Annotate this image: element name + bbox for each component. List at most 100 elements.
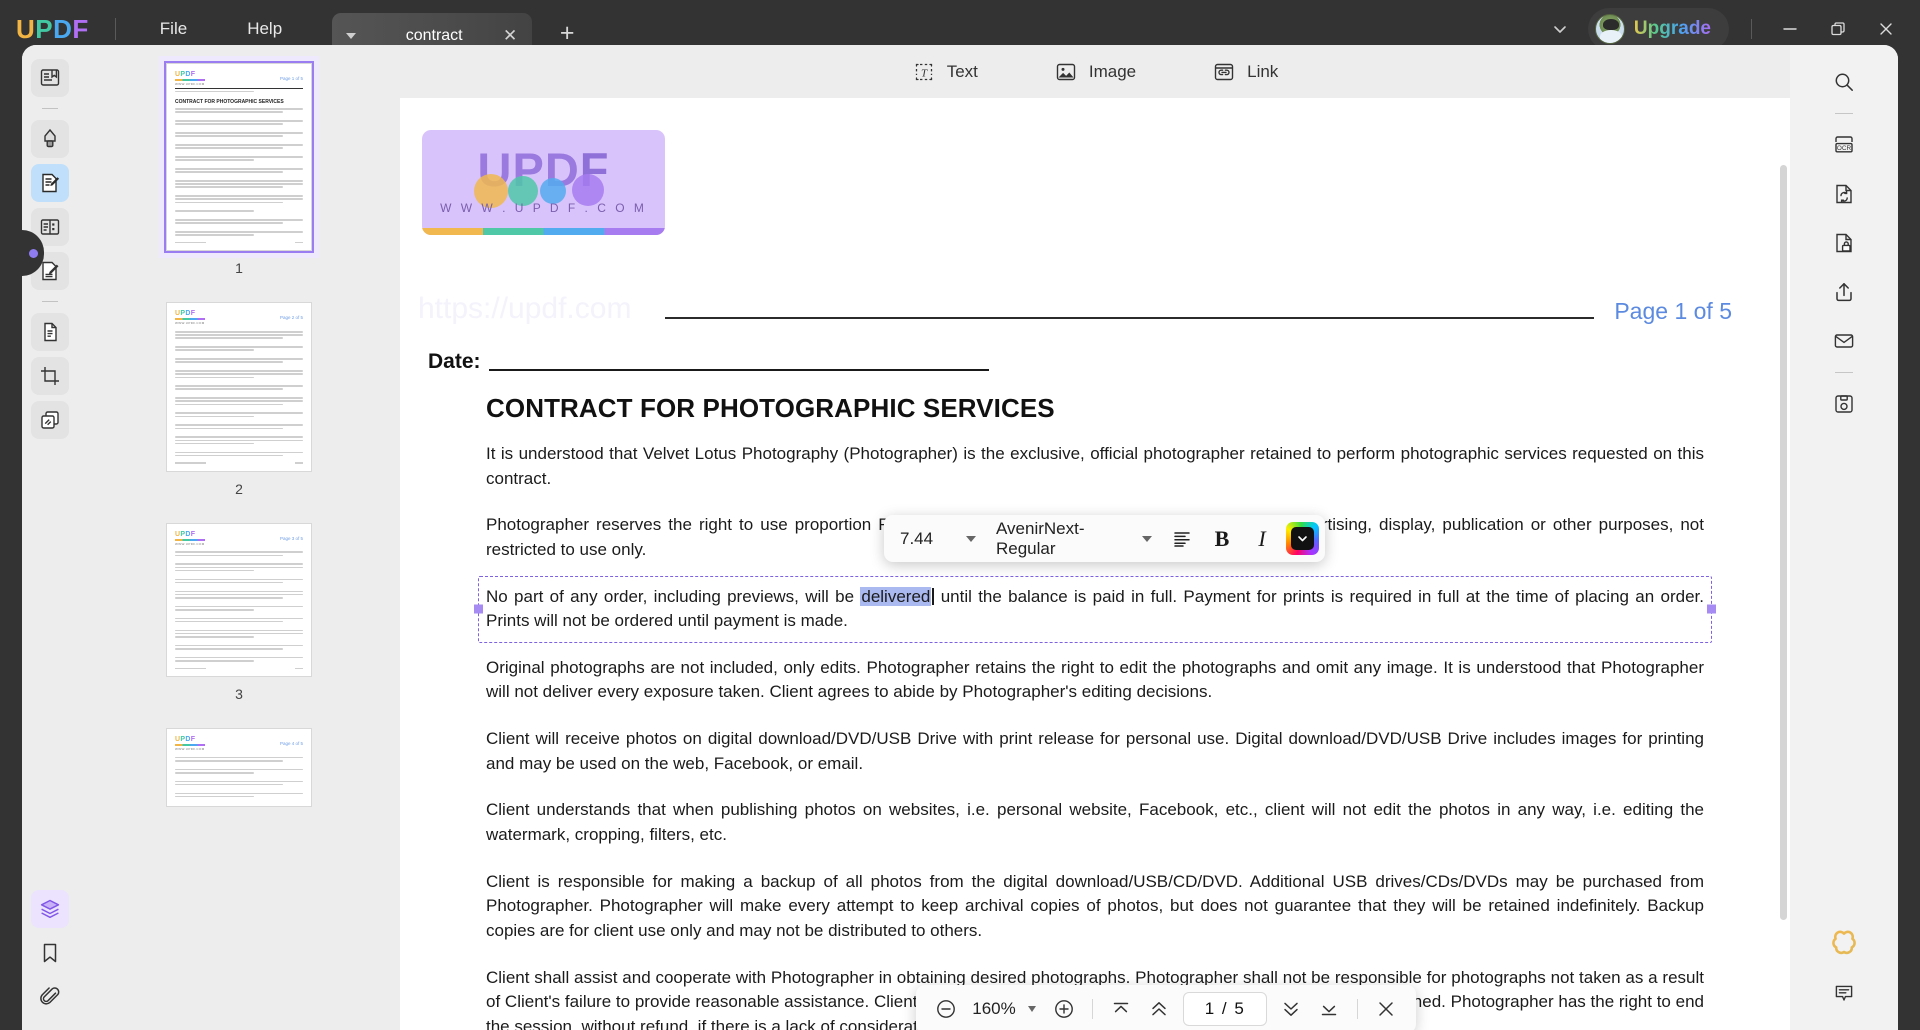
menu-bar: File Help bbox=[142, 13, 300, 45]
envelope-icon[interactable] bbox=[1823, 320, 1865, 362]
zoom-level-value[interactable]: 160% bbox=[966, 999, 1022, 1019]
thumbnail-item[interactable]: UPDF WWW.UPDF.COM Page 2 of 5 2 bbox=[78, 302, 400, 522]
selection-handle-right[interactable] bbox=[1707, 604, 1716, 614]
caret-down-icon[interactable] bbox=[346, 32, 357, 39]
thumb-gap bbox=[175, 150, 303, 154]
comment-bubble-icon[interactable] bbox=[1823, 972, 1865, 1014]
thumb-line bbox=[175, 234, 255, 236]
selection-handle-left[interactable] bbox=[474, 604, 483, 614]
add-text-button[interactable]: T Text bbox=[902, 55, 988, 89]
chevron-down-icon[interactable] bbox=[1142, 535, 1152, 542]
page-number-input[interactable]: 1 / 5 bbox=[1183, 992, 1267, 1026]
add-image-button[interactable]: Image bbox=[1044, 55, 1146, 89]
vertical-scrollbar[interactable] bbox=[1780, 165, 1787, 920]
thumb-gap bbox=[175, 162, 303, 166]
font-size-select[interactable]: 7.44 bbox=[890, 522, 986, 555]
sidebar-item-crop-page[interactable] bbox=[31, 357, 69, 395]
bold-button[interactable]: B bbox=[1202, 521, 1242, 557]
thumbnail-panel[interactable]: U P D F WWW.UPDF.COM Page 1 of 5 CONTRAC bbox=[78, 45, 400, 1030]
first-page-icon[interactable] bbox=[1103, 991, 1139, 1027]
plus-icon[interactable]: + bbox=[554, 19, 580, 48]
sidebar-item-attachments[interactable] bbox=[31, 978, 69, 1016]
thumb-line bbox=[175, 132, 303, 134]
document-paragraph[interactable]: Client understands that when publishing … bbox=[486, 798, 1704, 847]
image-icon bbox=[1054, 60, 1078, 84]
thumb-line bbox=[175, 373, 303, 375]
document-lock-icon[interactable] bbox=[1823, 222, 1865, 264]
thumb-line bbox=[175, 648, 283, 650]
thumb-line bbox=[175, 123, 283, 125]
close-icon[interactable]: ✕ bbox=[502, 27, 518, 44]
menu-help[interactable]: Help bbox=[229, 13, 300, 45]
chevron-down-icon[interactable] bbox=[966, 535, 976, 542]
convert-document-icon[interactable] bbox=[1823, 173, 1865, 215]
text-format-toolbar[interactable]: 7.44 AvenirNext-Regular B I bbox=[884, 515, 1325, 562]
menu-file[interactable]: File bbox=[142, 13, 205, 45]
page-thumbnail-1[interactable]: U P D F WWW.UPDF.COM Page 1 of 5 CONTRAC bbox=[164, 60, 314, 254]
thumb-page-of: Page 2 of 5 bbox=[279, 315, 303, 321]
thumb-footer-right bbox=[295, 241, 303, 244]
close-toolbar-icon[interactable] bbox=[1368, 991, 1404, 1027]
sidebar-item-annotate[interactable] bbox=[31, 120, 69, 158]
ocr-icon[interactable]: OCR bbox=[1823, 124, 1865, 166]
sidebar-item-batch[interactable] bbox=[31, 401, 69, 439]
chevron-down-icon[interactable] bbox=[1546, 15, 1574, 43]
floppy-save-icon[interactable] bbox=[1823, 383, 1865, 425]
thumb-line bbox=[175, 171, 283, 173]
zoom-in-circle-icon[interactable] bbox=[1046, 991, 1082, 1027]
add-link-button[interactable]: Link bbox=[1202, 55, 1288, 89]
page-navigation-toolbar[interactable]: 160% 1 / 5 bbox=[916, 985, 1416, 1030]
document-paragraph[interactable]: Original photographs are not included, o… bbox=[486, 656, 1704, 705]
sidebar-item-layers[interactable] bbox=[31, 890, 69, 928]
thumb-line bbox=[175, 617, 303, 620]
search-icon[interactable] bbox=[1823, 61, 1865, 103]
chevron-down-icon[interactable] bbox=[1028, 1006, 1036, 1012]
thumb-line bbox=[175, 180, 303, 182]
next-page-icon[interactable] bbox=[1273, 991, 1309, 1027]
pdf-page-canvas[interactable]: UPDF W W W . U P D F . C O M https://upd… bbox=[400, 98, 1790, 1030]
sidebar-item-bookmarks[interactable] bbox=[31, 934, 69, 972]
selected-text-block[interactable]: No part of any order, including previews… bbox=[474, 575, 1716, 643]
sidebar-item-edit-pdf[interactable] bbox=[31, 164, 69, 202]
font-family-select[interactable]: AvenirNext-Regular bbox=[986, 519, 1162, 558]
text-color-picker-icon[interactable] bbox=[1286, 522, 1319, 555]
thumb-line bbox=[175, 403, 283, 406]
thumbnail-item[interactable]: U P D F WWW.UPDF.COM Page 1 of 5 CONTRAC bbox=[78, 60, 400, 302]
prev-page-icon[interactable] bbox=[1141, 991, 1177, 1027]
page-thumbnail-3[interactable]: UPDF WWW.UPDF.COM Page 3 of 5 bbox=[166, 522, 312, 678]
thumb-gap bbox=[175, 787, 303, 791]
minimize-icon[interactable] bbox=[1768, 12, 1812, 46]
close-window-icon[interactable] bbox=[1864, 12, 1908, 46]
thumb-logo-sub: WWW.UPDF.COM bbox=[175, 747, 205, 752]
thumb-line bbox=[175, 111, 283, 113]
thumb-gap bbox=[175, 546, 303, 550]
last-page-icon[interactable] bbox=[1311, 991, 1347, 1027]
sidebar-item-reader-mode[interactable] bbox=[31, 59, 69, 97]
italic-button[interactable]: I bbox=[1242, 521, 1282, 557]
thumbnail-item[interactable]: UPDF WWW.UPDF.COM Page 4 of 5 bbox=[78, 728, 400, 808]
restore-icon[interactable] bbox=[1816, 12, 1860, 46]
avatar[interactable] bbox=[1594, 14, 1625, 44]
thumb-page-of: Page 1 of 5 bbox=[279, 76, 303, 81]
page-thumbnail-4[interactable]: UPDF WWW.UPDF.COM Page 4 of 5 bbox=[166, 728, 312, 808]
document-paragraph[interactable]: It is understood that Velvet Lotus Photo… bbox=[486, 442, 1704, 491]
thumbnail-item[interactable]: UPDF WWW.UPDF.COM Page 3 of 5 3 bbox=[78, 522, 400, 728]
document-paragraph[interactable]: Client will receive photos on digital do… bbox=[486, 727, 1704, 776]
selection-frame bbox=[478, 575, 1712, 643]
thumb-line bbox=[175, 361, 283, 363]
upgrade-button[interactable]: Upgrade bbox=[1587, 8, 1729, 50]
window-controls-divider bbox=[1751, 19, 1752, 39]
thumb-logo-sub: WWW.UPDF.COM bbox=[175, 321, 205, 326]
thumb-line bbox=[175, 578, 303, 581]
thumb-line bbox=[175, 198, 303, 200]
zoom-out-circle-icon[interactable] bbox=[928, 991, 964, 1027]
thumb-line bbox=[175, 147, 283, 149]
thumb-logo-f: F bbox=[190, 71, 196, 78]
document-paragraph[interactable]: Client is responsible for making a backu… bbox=[486, 870, 1704, 944]
ai-flower-icon[interactable] bbox=[1823, 923, 1865, 965]
align-left-icon[interactable] bbox=[1162, 521, 1202, 557]
thumb-gap bbox=[175, 612, 303, 616]
page-thumbnail-2[interactable]: UPDF WWW.UPDF.COM Page 2 of 5 bbox=[166, 302, 312, 472]
sidebar-item-organize-pages[interactable] bbox=[31, 313, 69, 351]
share-upload-icon[interactable] bbox=[1823, 271, 1865, 313]
